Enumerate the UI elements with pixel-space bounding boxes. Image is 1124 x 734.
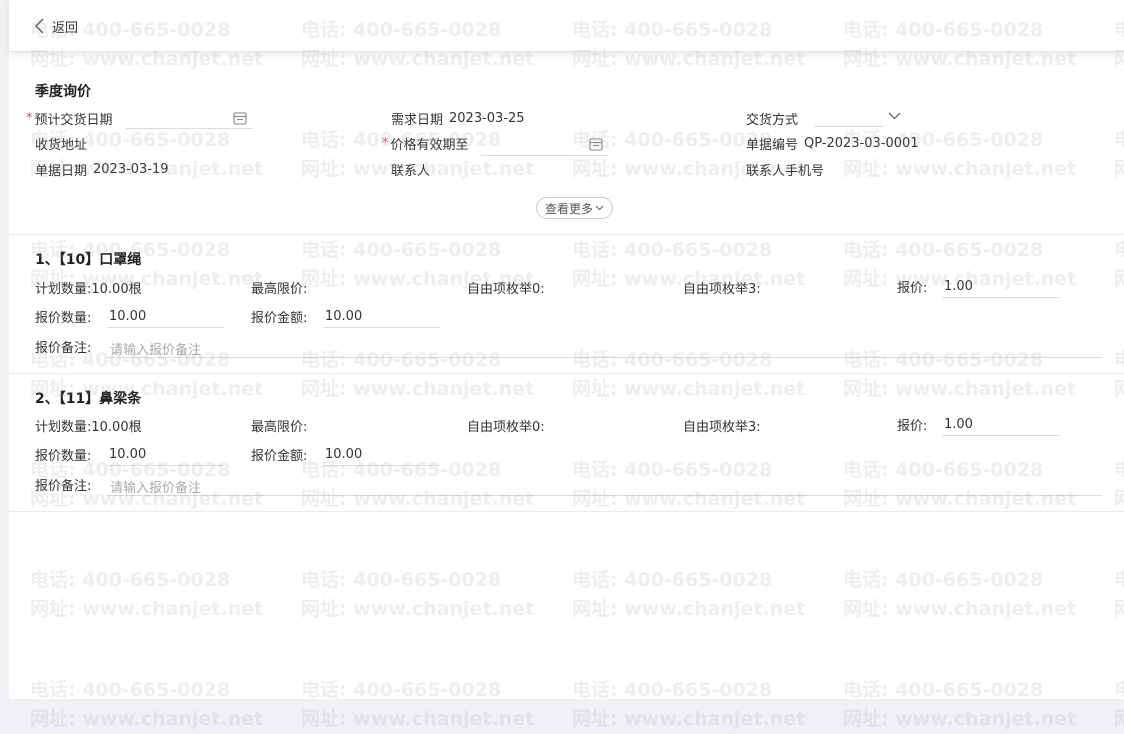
quote-price-input[interactable]: 1.00 bbox=[942, 414, 1059, 436]
contact-field: 联系人 bbox=[391, 158, 430, 180]
watermark-site: 网址: www.chanjet.net bbox=[843, 708, 1077, 730]
quote-amount-value: 10.00 bbox=[325, 309, 363, 324]
demand-date-value: 2023-03-25 bbox=[449, 110, 525, 126]
quote-amount-input[interactable]: 10.00 bbox=[323, 444, 440, 466]
note-input[interactable]: 请输入报价备注 bbox=[110, 337, 201, 359]
delivery-method-select[interactable] bbox=[814, 105, 884, 127]
quote-page: 返回 季度询价 * 预计交货日期 需求日期 2023-03-25 交货方式 收货… bbox=[9, 0, 1124, 699]
item-title: 1、【10】口罩绳 bbox=[35, 252, 142, 268]
required-mark: * bbox=[382, 135, 389, 151]
price-valid-label: 价格有效期至 bbox=[390, 137, 469, 153]
quote-amount-input[interactable]: 10.00 bbox=[323, 306, 440, 328]
expected-delivery-label: 预计交货日期 bbox=[34, 112, 113, 128]
free-enum3-label: 自由项枚举3: bbox=[683, 419, 761, 435]
doc-date-value: 2023-03-19 bbox=[93, 161, 169, 177]
view-more-label: 查看更多 bbox=[544, 201, 593, 216]
receive-address-label: 收货地址 bbox=[35, 137, 88, 153]
item-title: 2、【11】鼻梁条 bbox=[35, 391, 142, 407]
quote-price-value: 1.00 bbox=[944, 417, 973, 432]
free-enum3-label: 自由项枚举3: bbox=[683, 281, 761, 297]
max-price-label: 最高限价: bbox=[251, 281, 308, 297]
receive-address-field: 收货地址 bbox=[35, 132, 87, 154]
max-price-label: 最高限价: bbox=[251, 419, 308, 435]
quote-price-input[interactable]: 1.00 bbox=[942, 276, 1059, 298]
watermark-site: 网址: www.chanjet.net bbox=[30, 708, 264, 730]
quote-qty-label: 报价数量: bbox=[35, 310, 92, 326]
free-enum0-label: 自由项枚举0: bbox=[467, 281, 545, 297]
note-input[interactable]: 请输入报价备注 bbox=[110, 475, 201, 497]
free-enum0-label: 自由项枚举0: bbox=[467, 419, 545, 435]
note-label: 报价备注: bbox=[35, 478, 92, 494]
quote-qty-value: 10.00 bbox=[109, 309, 147, 324]
divider bbox=[9, 511, 1124, 512]
quote-price-label: 报价: bbox=[897, 418, 928, 434]
plan-qty: 计划数量:10.00根 bbox=[35, 281, 142, 297]
note-label: 报价备注: bbox=[35, 340, 92, 356]
doc-no-label: 单据编号 bbox=[746, 137, 799, 153]
contact-phone-label: 联系人手机号 bbox=[746, 163, 825, 179]
divider bbox=[9, 234, 1124, 235]
quote-amount-value: 10.00 bbox=[325, 447, 363, 462]
contact-phone-field: 联系人手机号 bbox=[746, 158, 824, 180]
back-label: 返回 bbox=[52, 20, 79, 36]
delivery-method-label: 交货方式 bbox=[746, 112, 799, 128]
watermark-site: 网址: www.chanjet.net bbox=[301, 708, 535, 730]
doc-no-field: 单据编号 QP-2023-03-0001 bbox=[746, 132, 919, 154]
quote-price-label: 报价: bbox=[897, 280, 928, 296]
doc-no-value: QP-2023-03-0001 bbox=[804, 135, 919, 151]
calendar-icon[interactable] bbox=[589, 137, 603, 151]
delivery-method-field: 交货方式 bbox=[746, 107, 798, 129]
back-button[interactable]: 返回 bbox=[35, 16, 78, 36]
quote-amount-label: 报价金额: bbox=[251, 448, 308, 464]
price-valid-field: * 价格有效期至 bbox=[382, 132, 469, 154]
quote-qty-label: 报价数量: bbox=[35, 448, 92, 464]
watermark-site: 网址: www.chanjet.net bbox=[1114, 708, 1124, 730]
quote-qty-input[interactable]: 10.00 bbox=[107, 306, 224, 328]
chevron-left-icon bbox=[35, 18, 44, 34]
quote-amount-label: 报价金额: bbox=[251, 310, 308, 326]
required-mark: * bbox=[26, 110, 33, 126]
doc-date-field: 单据日期 2023-03-19 bbox=[35, 158, 169, 180]
watermark-site: 网址: www.chanjet.net bbox=[572, 708, 806, 730]
top-bar: 返回 bbox=[9, 0, 1124, 52]
form-title: 季度询价 bbox=[35, 84, 91, 100]
quote-price-value: 1.00 bbox=[944, 279, 973, 294]
note-underline bbox=[107, 495, 1102, 496]
demand-date-label: 需求日期 bbox=[391, 112, 444, 128]
demand-date-field: 需求日期 2023-03-25 bbox=[391, 107, 525, 129]
view-more-button[interactable]: 查看更多 bbox=[536, 197, 613, 219]
doc-date-label: 单据日期 bbox=[35, 163, 88, 179]
contact-label: 联系人 bbox=[391, 163, 431, 179]
note-underline bbox=[107, 357, 1102, 358]
divider bbox=[9, 373, 1124, 374]
chevron-down-icon bbox=[595, 205, 604, 211]
plan-qty: 计划数量:10.00根 bbox=[35, 419, 142, 435]
calendar-icon[interactable] bbox=[233, 111, 247, 125]
chevron-down-icon[interactable] bbox=[888, 112, 901, 120]
quote-qty-value: 10.00 bbox=[109, 447, 147, 462]
expected-delivery-field: * 预计交货日期 bbox=[26, 107, 113, 129]
quote-qty-input[interactable]: 10.00 bbox=[107, 444, 224, 466]
